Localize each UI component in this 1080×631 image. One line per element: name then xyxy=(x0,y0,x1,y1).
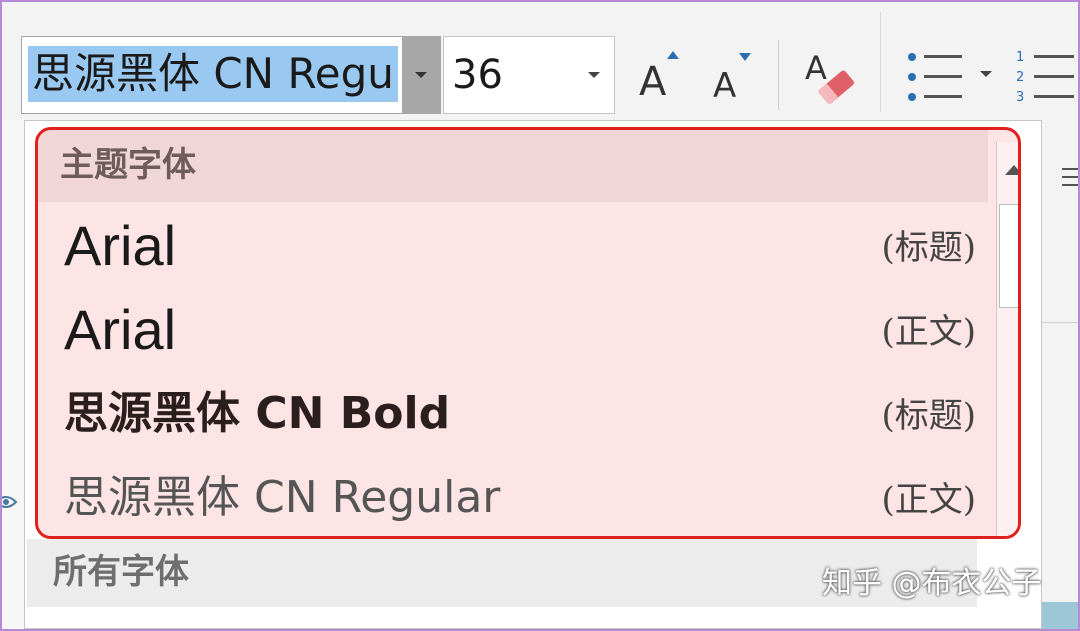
group-separator xyxy=(880,12,881,112)
numbering-icon: 1 2 3 xyxy=(1016,50,1074,105)
font-size-input[interactable]: 36 xyxy=(452,49,503,101)
font-option-tag: (标题) xyxy=(881,228,976,268)
clear-formatting-button[interactable]: A xyxy=(796,40,866,110)
shrink-font-icon: A xyxy=(713,53,751,105)
svg-text:A: A xyxy=(639,59,667,105)
font-option-source-han-regular[interactable]: 思源黑体 CN Regular (正文) xyxy=(38,458,988,536)
scroll-up-button[interactable] xyxy=(999,150,1018,190)
theme-fonts-highlight: 主题字体 Arial (标题) Arial (正文) 思源黑体 CN Bold … xyxy=(35,127,1021,539)
font-dropdown-list: 主题字体 Arial (标题) Arial (正文) 思源黑体 CN Bold … xyxy=(24,120,1042,629)
font-size-dropdown-button[interactable] xyxy=(584,65,604,85)
arrow-up-icon xyxy=(1005,165,1018,175)
font-option-name: 思源黑体 CN Bold xyxy=(64,388,451,439)
theme-fonts-header-label: 主题字体 xyxy=(60,145,196,185)
font-option-tag: (标题) xyxy=(881,396,976,436)
bullets-button[interactable] xyxy=(898,40,1002,110)
chevron-down-icon xyxy=(415,72,427,78)
svg-text:3: 3 xyxy=(1016,90,1024,105)
font-list-scrollbar[interactable] xyxy=(996,142,1018,536)
font-option-arial-heading[interactable]: Arial (标题) xyxy=(38,206,988,290)
font-name-combobox[interactable]: 思源黑体 CN Regu xyxy=(21,36,441,114)
clear-formatting-icon: A xyxy=(805,49,854,105)
ribbon-separator xyxy=(778,40,779,110)
shrink-font-button[interactable]: A xyxy=(702,40,758,110)
font-option-name: Arial xyxy=(64,298,177,361)
scroll-thumb[interactable] xyxy=(999,204,1018,308)
font-name-input[interactable]: 思源黑体 CN Regu xyxy=(28,46,398,102)
font-option-arial-body[interactable]: Arial (正文) xyxy=(38,290,988,374)
font-option-tag: (正文) xyxy=(881,312,976,352)
font-option-name: 思源黑体 CN Regular xyxy=(64,472,501,523)
grow-font-icon: A xyxy=(639,51,679,105)
canvas-edge xyxy=(1042,602,1078,629)
eye-icon xyxy=(2,496,18,508)
numbering-button[interactable]: 1 2 3 xyxy=(1008,40,1078,110)
right-pane-divider xyxy=(1042,322,1078,323)
font-option-source-han-bold[interactable]: 思源黑体 CN Bold (标题) xyxy=(38,374,988,458)
all-fonts-header-label: 所有字体 xyxy=(53,552,189,592)
font-size-combobox[interactable]: 36 xyxy=(443,36,615,114)
right-pane-edge xyxy=(1042,120,1078,629)
ribbon-toolbar: 思源黑体 CN Regu 36 A A A 1 2 3 xyxy=(2,2,1078,120)
align-icon xyxy=(1062,168,1078,186)
grow-font-button[interactable]: A xyxy=(630,40,686,110)
svg-text:A: A xyxy=(713,66,736,105)
font-option-name: Arial xyxy=(64,214,177,277)
bullets-icon xyxy=(908,53,992,101)
app-frame: 思源黑体 CN Regu 36 A A A 1 2 3 主题字体 Arial (… xyxy=(0,0,1080,631)
font-option-tag: (正文) xyxy=(881,480,976,520)
font-name-dropdown-button[interactable] xyxy=(402,37,440,113)
svg-text:2: 2 xyxy=(1016,70,1024,85)
svg-text:A: A xyxy=(805,49,827,87)
theme-fonts-section-header: 主题字体 xyxy=(38,130,988,202)
watermark-text: 知乎 @布衣公子 xyxy=(822,566,1042,601)
svg-text:1: 1 xyxy=(1016,50,1024,65)
chevron-down-icon xyxy=(588,72,600,78)
slide-pane-edge xyxy=(2,120,25,629)
